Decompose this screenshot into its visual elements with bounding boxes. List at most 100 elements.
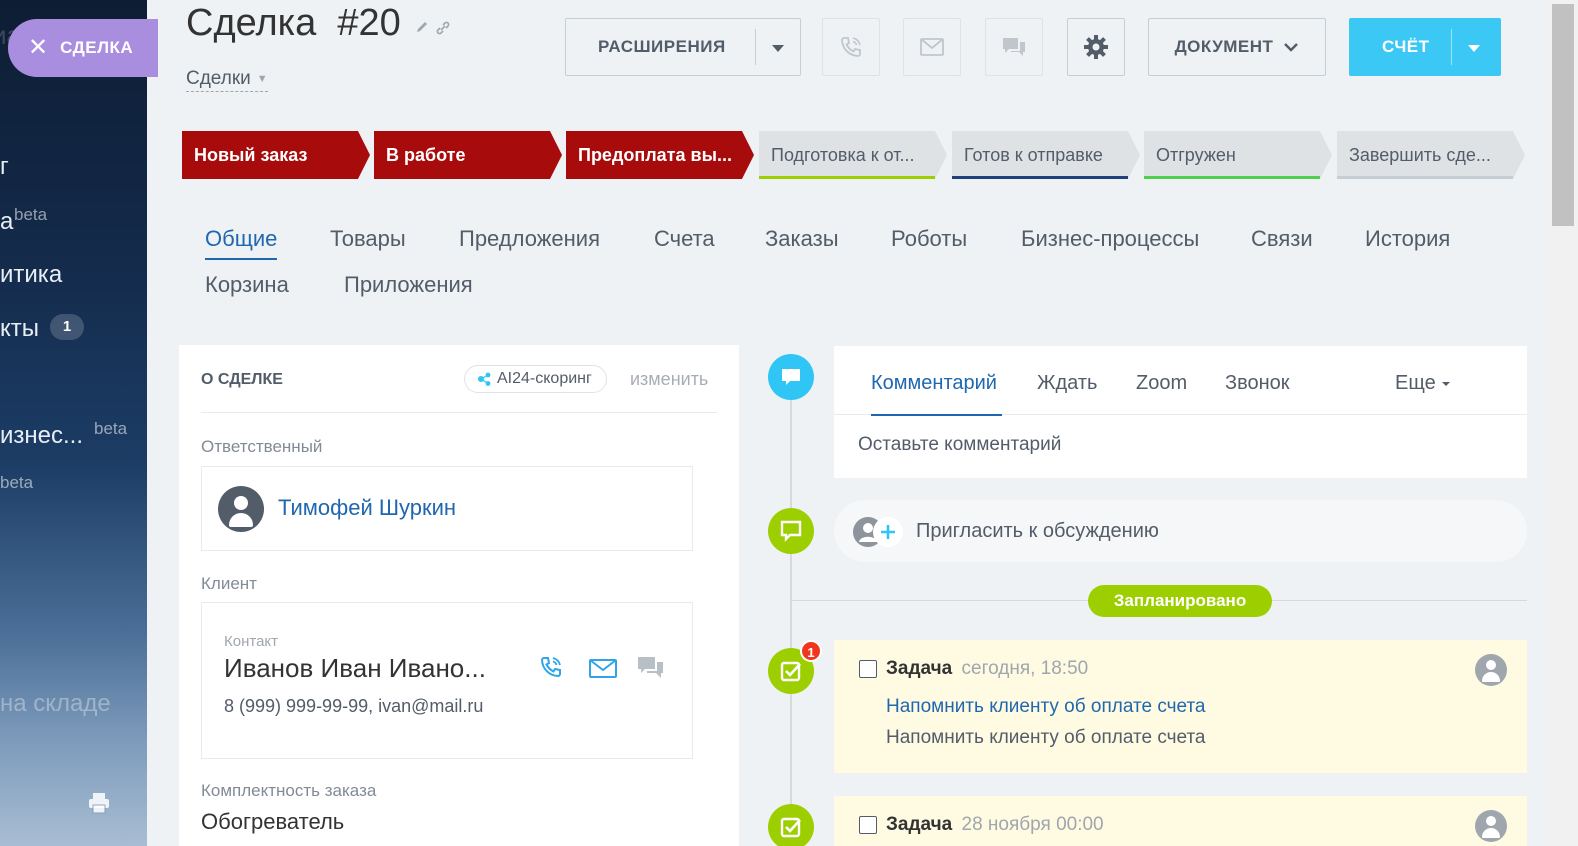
extensions-button[interactable]: РАСШИРЕНИЯ [565,18,801,76]
task-title: Задача сегодня, 18:50 [886,658,1088,680]
timeline-comment-dot [768,354,814,400]
breadcrumb-label: Сделки [186,68,251,89]
stage-finish-deal[interactable]: Завершить сде... [1337,131,1525,179]
task-item: Задача сегодня, 18:50 Напомнить клиенту … [834,640,1527,773]
task-checkbox[interactable] [859,816,877,834]
ai-scoring-button[interactable]: AI24-скоринг [464,365,607,393]
responsible-name-link[interactable]: Тимофей Шуркин [278,495,456,521]
sidebar-item-2[interactable]: а [0,208,13,236]
planned-badge: Запланировано [1088,585,1272,617]
close-deal-button[interactable]: ✕ СДЕЛКА [8,19,158,77]
timeline-discussion-dot [768,508,814,554]
sidebar-item-1[interactable]: г [0,153,9,181]
chat-icon[interactable] [636,655,666,681]
phone-icon [841,37,861,57]
chat-icon [1003,38,1025,56]
stage-new-order[interactable]: Новый заказ [182,131,370,179]
chevron-down-icon[interactable] [772,45,784,52]
client-label: Клиент [201,574,257,593]
task-item-2: Задача 28 ноября 00:00 [834,796,1527,846]
invoice-button[interactable]: СЧЁТ [1349,18,1501,76]
sidebar-item-business[interactable]: изнес... [0,422,83,450]
envelope-icon[interactable] [588,655,618,681]
ai-scoring-label: AI24-скоринг [497,370,592,387]
printer-icon[interactable] [88,792,110,814]
sidebar-item-6-beta: beta [0,473,34,492]
tab-products[interactable]: Товары [330,226,406,252]
stage-in-progress[interactable]: В работе [374,131,562,179]
tab-applications[interactable]: Приложения [344,272,473,298]
task-checkbox[interactable] [859,660,877,678]
avatar[interactable] [1475,654,1507,686]
pencil-icon[interactable] [415,20,429,34]
invite-to-discussion[interactable]: Пригласить к обсуждению [834,500,1527,562]
task-icon [780,661,801,682]
discussion-icon [780,520,802,542]
editor-tab-zoom[interactable]: Zoom [1136,372,1187,395]
deal-card-heading: О СДЕЛКЕ [201,371,283,388]
task-time: сегодня, 18:50 [961,658,1089,679]
task-description: Напомнить клиенту об оплате счета [886,727,1206,748]
invite-placeholder: Пригласить к обсуждению [916,520,1159,542]
sidebar-item-2-beta: beta [14,205,48,224]
envelope-icon [920,38,944,56]
phone-icon[interactable] [538,655,568,681]
document-label: ДОКУМЕНТ [1174,37,1274,56]
comment-input[interactable]: Оставьте комментарий [858,434,1061,456]
editor-more-label: Еще [1395,372,1436,394]
tab-history[interactable]: История [1365,226,1450,252]
stage-shipped[interactable]: Отгружен [1144,131,1332,179]
task-counter-badge: 1 [800,640,822,662]
timeline-task-dot-2 [768,804,814,846]
tab-robots[interactable]: Роботы [891,226,967,252]
chat-button[interactable] [985,18,1043,76]
contact-name[interactable]: Иванов Иван Ивано... [224,653,486,684]
call-button[interactable] [822,18,880,76]
completeness-label: Комплектность заказа [201,781,377,800]
stage-prepayment[interactable]: Предоплата вы... [566,131,754,179]
comment-icon [782,369,800,385]
breadcrumb[interactable]: Сделки ▼ [186,68,268,92]
tab-quotes[interactable]: Предложения [459,226,600,252]
email-button[interactable] [903,18,961,76]
tab-business-processes[interactable]: Бизнес-процессы [1021,226,1199,252]
scrollbar-thumb[interactable] [1552,4,1574,226]
tab-invoices[interactable]: Счета [654,226,715,252]
task-title-text: Задача [886,814,953,835]
sidebar-item-warehouse[interactable]: на складе [0,690,111,718]
timeline-line [790,400,792,846]
tab-links[interactable]: Связи [1251,226,1313,252]
task-icon [780,817,801,838]
page-scrollbar[interactable] [1548,0,1578,846]
task-title-text: Задача [886,658,953,679]
contact-info: 8 (999) 999-99-99, ivan@mail.ru [224,696,484,716]
tab-general[interactable]: Общие [205,226,278,260]
chevron-down-icon[interactable] [1468,45,1480,52]
editor-tab-more[interactable]: Еще [1395,372,1450,395]
contact-type-label: Контакт [224,633,279,650]
sidebar-item-analytics[interactable]: итика [0,261,62,289]
link-icon[interactable] [435,20,451,36]
close-icon: ✕ [28,34,49,61]
sidebar-item-contacts[interactable]: кты [0,315,39,343]
editor-tab-wait[interactable]: Ждать [1037,372,1097,395]
settings-button[interactable] [1067,18,1125,76]
stage-ready-to-ship[interactable]: Готов к отправке [952,131,1140,179]
editor-tab-call[interactable]: Звонок [1225,372,1290,395]
deal-title-text: Сделка #20 [186,2,401,44]
task-link[interactable]: Напомнить клиенту об оплате счета [886,696,1206,718]
document-button[interactable]: ДОКУМЕНТ [1148,18,1326,76]
stage-preparing[interactable]: Подготовка к от... [759,131,947,179]
chevron-down-icon: ▼ [256,72,268,85]
avatar[interactable] [1475,810,1507,842]
invoice-label: СЧЁТ [1382,37,1430,56]
tab-cart[interactable]: Корзина [205,272,289,298]
extensions-label: РАСШИРЕНИЯ [598,37,726,56]
avatar [218,486,264,532]
ai-scoring-icon [478,372,491,386]
tab-orders[interactable]: Заказы [765,226,839,252]
add-user-icon [853,517,903,547]
client-box: Контакт Иванов Иван Ивано... 8 (999) 999… [201,602,693,759]
editor-tab-comment[interactable]: Комментарий [871,372,997,395]
edit-link[interactable]: изменить [630,369,708,390]
